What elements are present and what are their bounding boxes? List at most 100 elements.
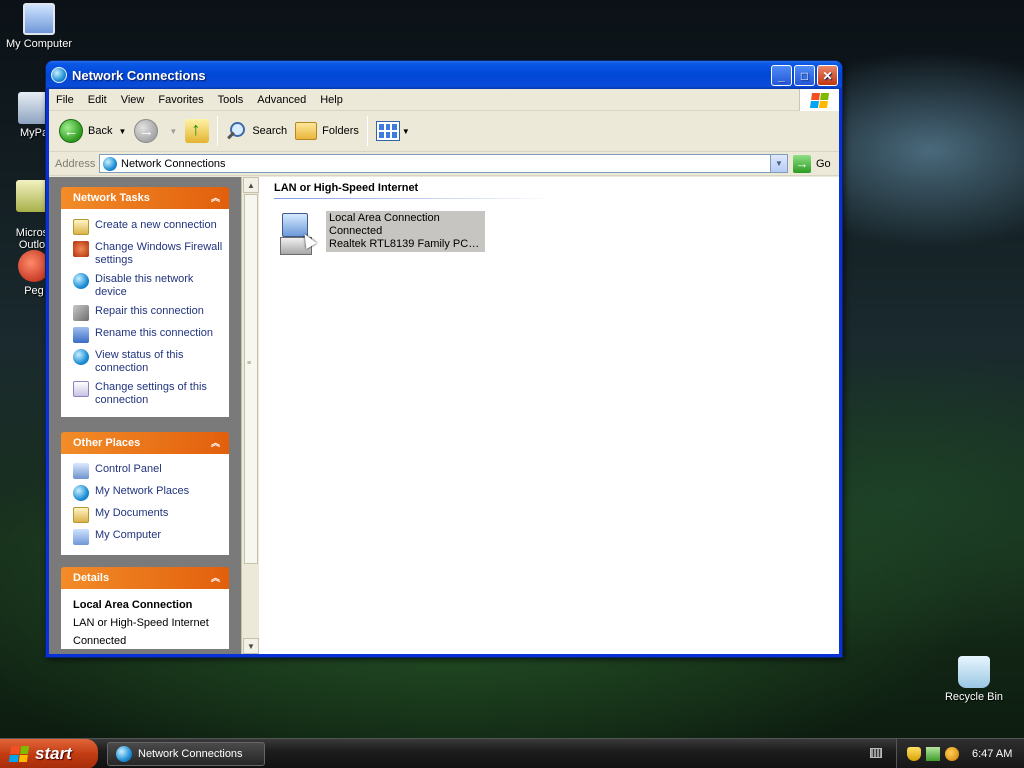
task-pane-scrollbar[interactable]: ▲ ≡ ▼ [241, 177, 259, 654]
details-name: Local Area Connection [73, 599, 193, 611]
maximize-button[interactable]: □ [794, 65, 815, 86]
search-button[interactable]: Search [222, 114, 291, 148]
details-header[interactable]: Details ︽ [61, 567, 229, 589]
task-label: View status of this connection [95, 349, 184, 374]
start-label: start [35, 744, 72, 763]
menu-tools[interactable]: Tools [211, 94, 251, 106]
keyboard-icon[interactable] [870, 748, 882, 758]
rename-icon [73, 327, 89, 343]
task-label: Create a new connection [95, 219, 217, 231]
window-body: Network Tasks ︽ Create a new connection … [49, 177, 839, 654]
task-label: Change Windows Firewall settings [95, 241, 223, 266]
taskbar-button-network-connections[interactable]: Network Connections [107, 742, 265, 766]
panel-title: Details [73, 572, 110, 584]
my-computer-icon [23, 3, 55, 35]
minimize-icon: _ [778, 68, 785, 83]
window-client: File Edit View Favorites Tools Advanced … [49, 89, 839, 654]
desktop-icon-recycle-bin[interactable]: Recycle Bin [934, 656, 1014, 703]
views-button[interactable]: ▼ [372, 114, 414, 148]
go-label: Go [816, 157, 831, 170]
scroll-up-button[interactable]: ▲ [243, 177, 259, 193]
panel-title: Network Tasks [73, 192, 150, 204]
other-places-header[interactable]: Other Places ︽ [61, 432, 229, 454]
new-connection-icon [73, 219, 89, 235]
folders-icon [295, 122, 318, 140]
details-type: LAN or High-Speed Internet [73, 617, 209, 629]
key-icon[interactable] [945, 747, 959, 761]
folders-button[interactable]: Folders [291, 114, 363, 148]
go-button[interactable]: → Go [793, 154, 835, 173]
menu-file[interactable]: File [49, 94, 81, 106]
place-my-computer[interactable]: My Computer [73, 529, 223, 545]
views-icon [375, 121, 400, 141]
place-my-network-places[interactable]: My Network Places [73, 485, 223, 501]
clock[interactable]: 6:47 AM [972, 748, 1012, 760]
outlook-icon [16, 180, 48, 212]
address-label: Address [55, 157, 96, 170]
settings-icon [73, 381, 89, 397]
back-button[interactable]: ← Back ▼ [55, 114, 130, 148]
taskbar-button-label: Network Connections [138, 748, 243, 760]
back-arrow-icon: ← [59, 119, 83, 143]
window-title-bar[interactable]: Network Connections _ □ ✕ [46, 61, 842, 89]
connection-item-local-area[interactable]: Local Area Connection Connected Realtek … [276, 211, 485, 257]
connection-device: Realtek RTL8139 Family PCI F... [329, 238, 482, 250]
minimize-button[interactable]: _ [771, 65, 792, 86]
menu-help[interactable]: Help [313, 94, 350, 106]
task-firewall-settings[interactable]: Change Windows Firewall settings [73, 241, 223, 267]
network-globe-icon [51, 67, 67, 83]
place-label: My Network Places [95, 485, 190, 497]
menu-advanced[interactable]: Advanced [250, 94, 313, 106]
network-tasks-header[interactable]: Network Tasks ︽ [61, 187, 229, 209]
place-label: My Computer [95, 529, 162, 541]
lan-connection-icon [276, 211, 318, 257]
collapse-chevron-icon[interactable]: ︽ [208, 190, 223, 205]
menu-view[interactable]: View [114, 94, 152, 106]
task-create-connection[interactable]: Create a new connection [73, 219, 223, 235]
menu-edit[interactable]: Edit [81, 94, 114, 106]
connections-list: LAN or High-Speed Internet Local Area Co… [259, 177, 839, 654]
up-button[interactable] [181, 114, 213, 148]
menu-favorites[interactable]: Favorites [151, 94, 210, 106]
go-arrow-icon: → [793, 154, 811, 173]
scroll-thumb[interactable] [244, 194, 258, 564]
task-label: Change settings of this connection [95, 381, 207, 406]
task-repair-connection[interactable]: Repair this connection [73, 305, 223, 321]
place-control-panel[interactable]: Control Panel [73, 463, 223, 479]
scroll-down-button[interactable]: ▼ [243, 638, 259, 654]
task-disable-device[interactable]: Disable this network device [73, 273, 223, 299]
address-bar: Address Network Connections ▼ → Go [49, 152, 839, 176]
status-icon [73, 349, 89, 365]
network-tray-icon[interactable] [926, 747, 940, 761]
window-title: Network Connections [72, 67, 206, 83]
chevron-down-icon[interactable]: ▼ [169, 127, 177, 136]
network-places-icon [73, 485, 89, 501]
security-shield-icon[interactable] [907, 747, 921, 761]
place-my-documents[interactable]: My Documents [73, 507, 223, 523]
recycle-bin-icon [958, 656, 990, 688]
chevron-down-icon[interactable]: ▼ [118, 127, 126, 136]
panel-title: Other Places [73, 437, 141, 449]
task-rename-connection[interactable]: Rename this connection [73, 327, 223, 343]
address-dropdown-button[interactable]: ▼ [770, 155, 787, 172]
forward-button[interactable]: → ▼ [130, 114, 181, 148]
task-label: Rename this connection [95, 327, 214, 339]
address-input[interactable]: Network Connections ▼ [99, 154, 788, 173]
desktop-icon-label: Recycle Bin [944, 691, 1004, 703]
taskbar: start Network Connections 6:47 AM [0, 738, 1024, 768]
search-label: Search [252, 125, 288, 137]
task-change-settings[interactable]: Change settings of this connection [73, 381, 223, 407]
collapse-chevron-icon[interactable]: ︽ [208, 570, 223, 585]
folder-up-icon [185, 119, 210, 143]
close-button[interactable]: ✕ [817, 65, 838, 86]
forward-arrow-icon: → [134, 119, 159, 143]
collapse-chevron-icon[interactable]: ︽ [208, 435, 223, 450]
my-computer-icon [73, 529, 89, 545]
task-view-status[interactable]: View status of this connection [73, 349, 223, 375]
task-label: Repair this connection [95, 305, 204, 317]
desktop-icon-my-computer[interactable]: My Computer [0, 3, 79, 50]
documents-icon [73, 507, 89, 523]
back-label: Back [88, 125, 113, 137]
chevron-down-icon[interactable]: ▼ [402, 127, 410, 136]
start-button[interactable]: start [0, 739, 98, 768]
